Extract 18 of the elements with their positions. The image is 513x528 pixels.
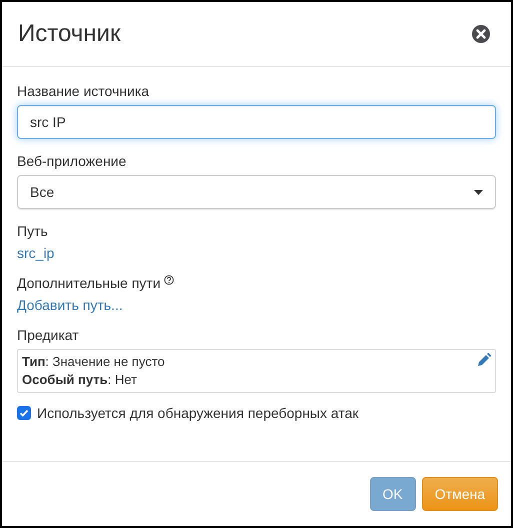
dialog-title: Источник	[18, 20, 120, 48]
close-icon[interactable]	[471, 24, 491, 44]
checkbox-label: Используется для обнаружения переборных атак	[37, 405, 359, 421]
field-label: Веб-приложение	[17, 153, 128, 169]
add-path-link[interactable]: Добавить путь...	[17, 297, 123, 313]
help-icon[interactable]	[164, 275, 174, 285]
field-label: Дополнительные пути	[17, 275, 161, 291]
predicate-line: Особый путь: Нет	[22, 371, 138, 389]
webapp-select[interactable]: Все	[17, 175, 496, 209]
caret-icon	[474, 190, 483, 194]
path-link[interactable]: src_ip	[17, 245, 54, 261]
field-label: Название источника	[17, 83, 150, 99]
name-input-field[interactable]: src IP	[17, 105, 496, 139]
field-label: Путь	[17, 223, 49, 239]
checkbox[interactable]	[17, 406, 31, 420]
predicate-line: Тип: Значение не пусто	[22, 353, 165, 371]
pencil-icon[interactable]	[477, 353, 491, 367]
field-label: Предикат	[17, 327, 80, 343]
